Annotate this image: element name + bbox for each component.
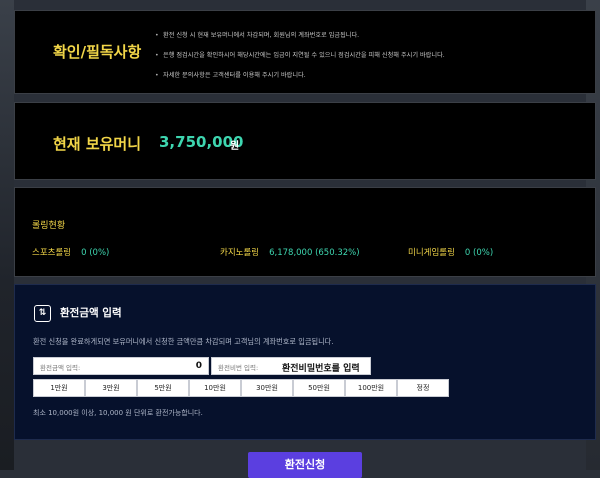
amount-button-30000[interactable]: 3만원 xyxy=(85,379,137,397)
balance-label: 현재 보유머니 xyxy=(53,135,142,153)
exchange-description: 환전 신청을 완료하게되면 보유머니에서 신청한 금액만큼 차감되며 고객님의 … xyxy=(33,337,334,346)
notice-item: • 자세한 문의사항은 고객센터를 이용해 주시기 바랍니다. xyxy=(155,72,306,79)
amount-field[interactable]: 환전금액 입력: 0 xyxy=(33,357,209,375)
rolling-minigame: 미니게임롤링 0 (0%) xyxy=(408,248,494,258)
notice-list: • 환전 신청 시 현재 보유머니에서 차감되며, 회원님의 계좌번호로 입금됩니… xyxy=(155,26,445,86)
amount-button-50000[interactable]: 5만원 xyxy=(137,379,189,397)
notice-panel: 확인/필독사항 • 환전 신청 시 현재 보유머니에서 차감되며, 회원님의 계좌… xyxy=(14,10,596,94)
amount-button-300000[interactable]: 30만원 xyxy=(241,379,293,397)
amount-button-row: 1만원 3만원 5만원 10만원 30만원 50만원 100만원 정정 xyxy=(33,379,449,397)
password-field[interactable]: 환전비번 입력: 환전비밀번호를 입력 xyxy=(211,357,371,375)
exchange-title: 환전금액 입력 xyxy=(60,307,122,319)
amount-button-500000[interactable]: 50만원 xyxy=(293,379,345,397)
reset-button[interactable]: 정정 xyxy=(397,379,449,397)
amount-input[interactable]: 0 xyxy=(196,361,202,371)
exchange-note: 최소 10,000원 이상, 10,000 원 단위로 환전가능합니다. xyxy=(33,409,203,417)
rolling-title: 롤링현황 xyxy=(32,221,66,231)
amount-button-10000[interactable]: 1만원 xyxy=(33,379,85,397)
balance-panel: 현재 보유머니 3,750,000 원 xyxy=(14,102,596,180)
amount-button-100000[interactable]: 10만원 xyxy=(189,379,241,397)
exchange-icon: ⇅ xyxy=(34,305,51,322)
amount-label: 환전금액 입력: xyxy=(40,364,81,372)
rolling-casino: 카지노롤링 6,178,000 (650.32%) xyxy=(220,248,360,258)
rolling-sports: 스포츠롤링 0 (0%) xyxy=(32,248,110,258)
background-left xyxy=(0,0,14,470)
balance-unit: 원 xyxy=(230,141,240,152)
notice-item: • 은행 점검시간을 확인하시어 해당시간에는 입금이 지연될 수 있으니 점검시… xyxy=(155,52,445,59)
exchange-panel: ⇅ 환전금액 입력 환전 신청을 완료하게되면 보유머니에서 신청한 금액만큼 … xyxy=(14,284,596,440)
amount-button-1000000[interactable]: 100만원 xyxy=(345,379,397,397)
notice-item: • 환전 신청 시 현재 보유머니에서 차감되며, 회원님의 계좌번호로 입금됩니… xyxy=(155,32,360,39)
rolling-panel: 롤링현황 스포츠롤링 0 (0%) 카지노롤링 6,178,000 (650.32%… xyxy=(14,187,596,277)
password-input[interactable]: 환전비밀번호를 입력 xyxy=(282,361,368,374)
notice-title: 확인/필독사항 xyxy=(53,43,142,61)
submit-exchange-button[interactable]: 환전신청 xyxy=(248,452,362,478)
password-label: 환전비번 입력: xyxy=(218,364,259,372)
